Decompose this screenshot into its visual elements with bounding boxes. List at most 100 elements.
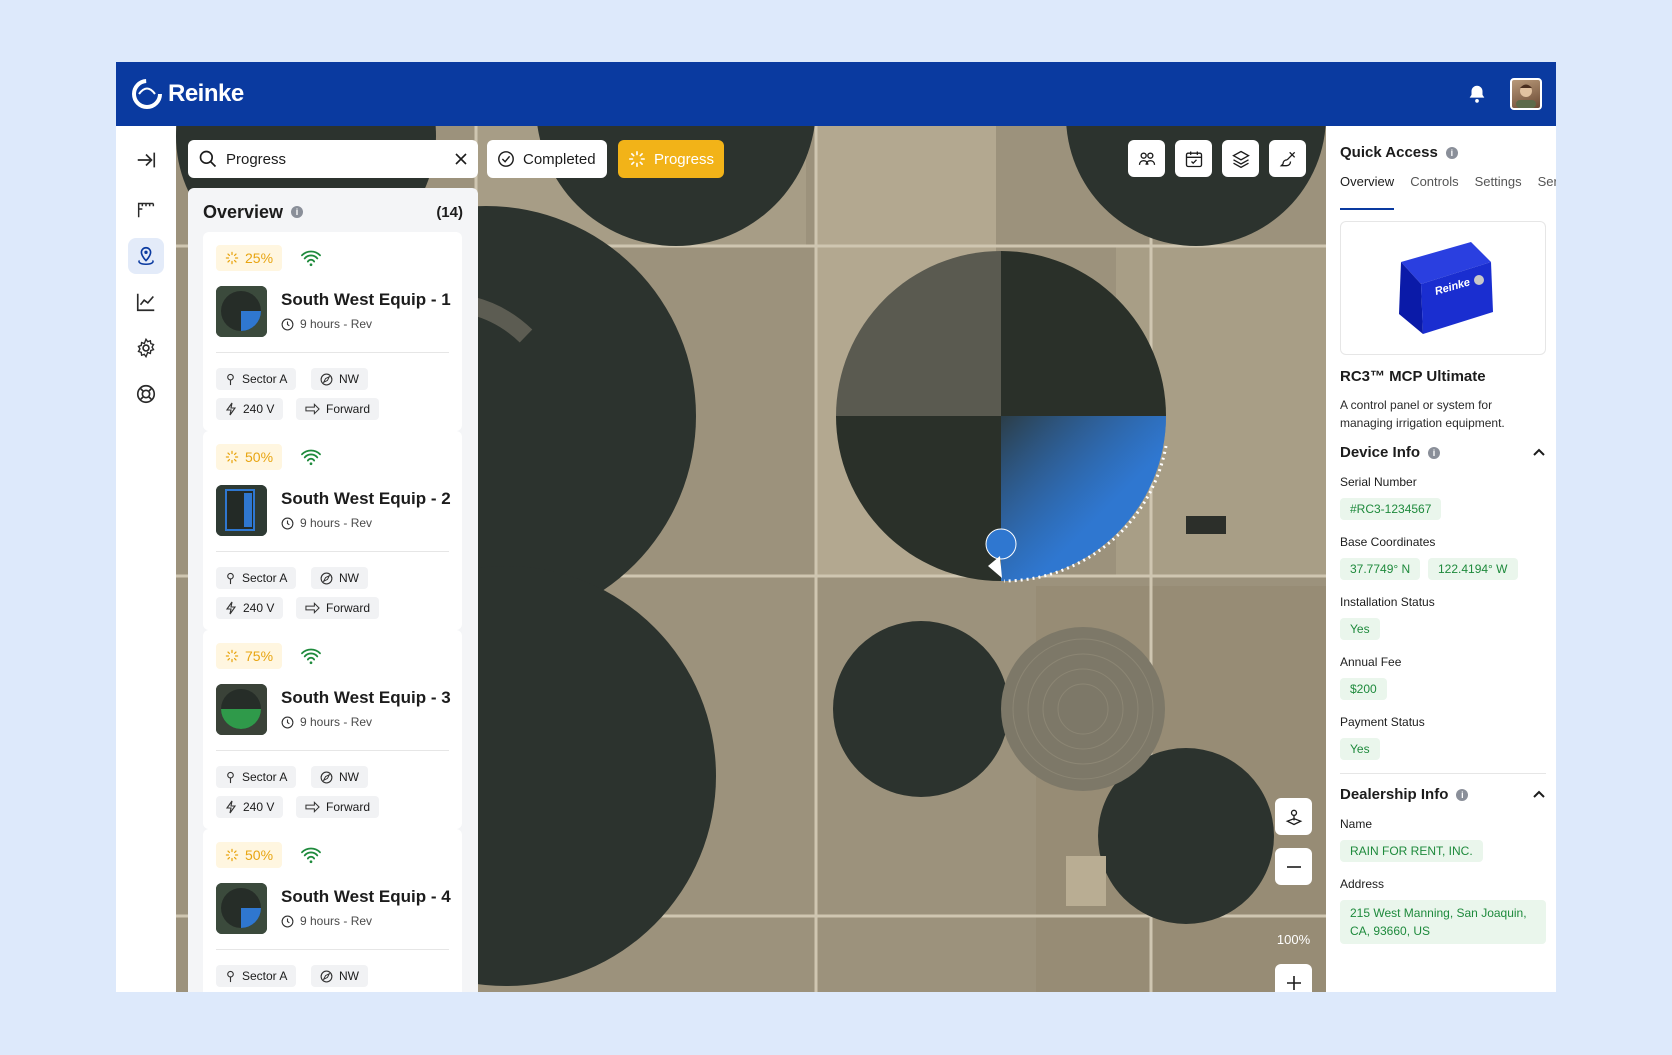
close-icon[interactable] (454, 152, 468, 166)
direction-text: NW (339, 770, 359, 784)
compass-icon (320, 572, 333, 584)
device-title: South West Equip - 3 (281, 688, 451, 707)
device-info-header[interactable]: Device Info i (1340, 444, 1546, 461)
mode-text: Forward (326, 402, 371, 416)
overview-title: Overview (203, 201, 284, 222)
wifi-icon (301, 250, 321, 267)
product-image: Reinke (1340, 221, 1546, 355)
draw-button[interactable] (1269, 140, 1306, 177)
search-bar[interactable]: Progress (188, 140, 478, 178)
collapse-button[interactable] (128, 142, 164, 178)
nav-settings[interactable] (128, 330, 164, 366)
fee-value: $200 (1340, 678, 1387, 700)
filter-completed-label: Completed (523, 150, 596, 168)
voltage-tag: 240 V (216, 796, 284, 818)
chevron-up-icon[interactable] (1532, 446, 1546, 460)
satellite-map[interactable]: Progress Completed Progress 100% Overvie… (176, 126, 1326, 992)
collapse-icon (137, 152, 156, 168)
device-thumbnail (216, 286, 267, 337)
nav-fields[interactable] (128, 191, 164, 227)
tab-settings[interactable]: Settings (1475, 174, 1522, 189)
device-thumbnail (216, 684, 267, 735)
info-icon[interactable]: i (1428, 446, 1441, 459)
device-card[interactable]: 50% South West Equip - 2 9 hours - Rev S… (203, 431, 462, 630)
pivot-marker[interactable] (978, 526, 1026, 586)
mode-text: Forward (326, 800, 371, 814)
install-value: Yes (1340, 618, 1380, 640)
zoom-in-button[interactable] (1275, 964, 1312, 992)
dealer-address-label: Address (1340, 877, 1385, 891)
nav-analytics[interactable] (128, 284, 164, 320)
search-input[interactable]: Progress (226, 151, 446, 168)
pin-icon (227, 970, 234, 982)
layers-icon (1231, 150, 1250, 168)
dealer-address-value: 215 West Manning, San Joaquin, CA, 93660… (1340, 900, 1546, 944)
wifi-icon (301, 449, 321, 466)
layers-button[interactable] (1222, 140, 1259, 177)
voltage-text: 240 V (243, 402, 275, 416)
quick-access-title: Quick Access (1340, 144, 1438, 161)
info-icon[interactable]: i (1456, 788, 1469, 801)
joystick-icon (1285, 809, 1302, 825)
recenter-button[interactable] (1275, 798, 1312, 835)
progress-value: 25% (245, 250, 274, 266)
bell-icon[interactable] (1466, 83, 1488, 105)
group-button[interactable] (1128, 140, 1165, 177)
compass-icon (320, 373, 333, 385)
sector-text: Sector A (242, 770, 288, 784)
dealer-name-label: Name (1340, 817, 1373, 831)
field-icon (137, 202, 155, 218)
filter-completed[interactable]: Completed (487, 140, 607, 178)
device-info-title: Device Info (1340, 444, 1421, 461)
sector-tag: Sector A (216, 368, 297, 390)
bolt-icon (225, 601, 237, 615)
forward-icon (305, 801, 320, 813)
install-label: Installation Status (1340, 595, 1435, 609)
nav-map[interactable] (128, 238, 164, 274)
quick-access-header: Quick Access i (1340, 144, 1458, 161)
clock-icon (281, 716, 294, 728)
device-card[interactable]: 75% South West Equip - 3 9 hours - Rev S… (203, 630, 462, 829)
fee-label: Annual Fee (1340, 655, 1402, 669)
brand-logo[interactable]: Reinke (130, 77, 244, 111)
clock-icon (281, 915, 294, 927)
info-icon[interactable]: i (291, 206, 304, 218)
nav-support[interactable] (128, 376, 164, 412)
payment-value: Yes (1340, 738, 1380, 760)
tab-more[interactable]: Ser (1538, 174, 1556, 189)
sector-tag: Sector A (216, 567, 297, 589)
device-card[interactable]: 50% South West Equip - 4 9 hours - Rev S… (203, 829, 462, 992)
chevron-up-icon[interactable] (1532, 788, 1546, 802)
control-box-image: Reinke (1399, 242, 1493, 334)
voltage-text: 240 V (243, 601, 275, 615)
sector-tag: Sector A (216, 766, 297, 788)
quick-access-panel: Quick Access i Overview Controls Setting… (1326, 126, 1556, 992)
direction-tag: NW (311, 766, 368, 788)
wifi-icon (301, 648, 321, 665)
card-divider (216, 551, 449, 552)
spinner-icon (225, 450, 239, 464)
bolt-icon (225, 800, 237, 814)
zoom-out-button[interactable] (1275, 848, 1312, 885)
spinner-icon (225, 848, 239, 862)
info-icon[interactable]: i (1445, 146, 1458, 159)
card-divider (216, 750, 449, 751)
dealer-name-value: RAIN FOR RENT, INC. (1340, 840, 1483, 862)
device-meta: 9 hours - Rev (281, 914, 372, 928)
lifebuoy-icon (136, 384, 156, 404)
user-avatar[interactable] (1510, 78, 1542, 110)
wifi-icon (301, 847, 321, 864)
reinke-logo-icon (132, 79, 162, 109)
dealership-info-title: Dealership Info (1340, 786, 1449, 803)
calendar-button[interactable] (1175, 140, 1212, 177)
dealership-info-header[interactable]: Dealership Info i (1340, 786, 1546, 803)
serial-value: #RC3-1234567 (1340, 498, 1442, 520)
device-card[interactable]: 25% South West Equip - 1 9 hours - Rev S… (203, 232, 462, 431)
tab-controls[interactable]: Controls (1410, 174, 1458, 189)
filter-progress[interactable]: Progress (618, 140, 724, 178)
device-thumbnail (216, 883, 267, 934)
minus-icon (1286, 865, 1301, 868)
tab-overview[interactable]: Overview (1340, 174, 1394, 189)
gear-icon (137, 337, 155, 359)
direction-text: NW (339, 571, 359, 585)
